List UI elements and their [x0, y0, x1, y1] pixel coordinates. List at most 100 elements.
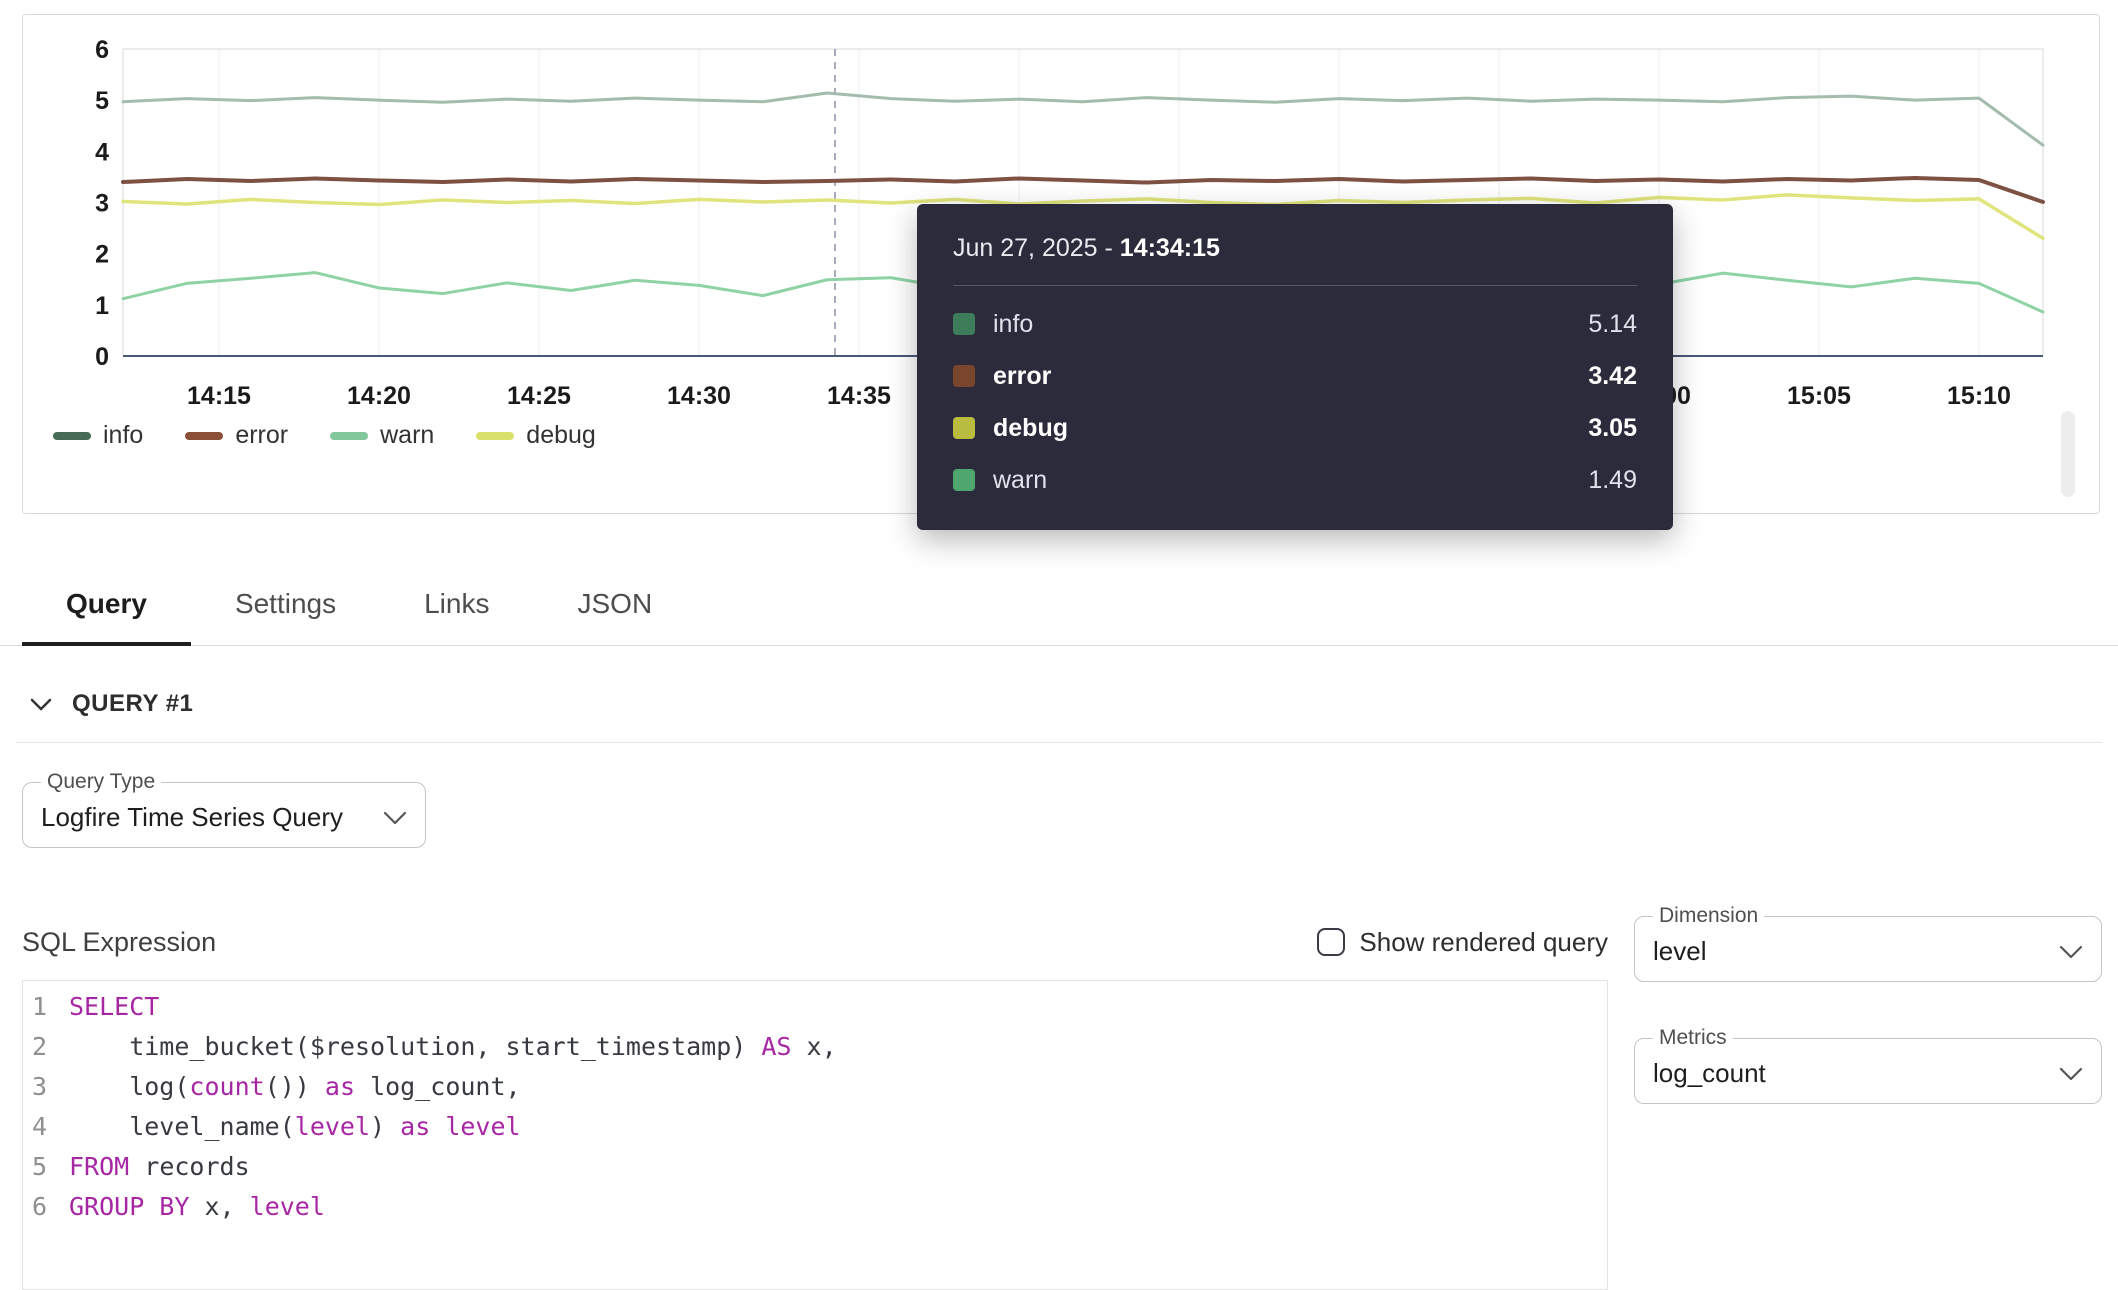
tab-links[interactable]: Links [380, 566, 533, 646]
scrollbar-thumb[interactable] [2061, 411, 2075, 497]
tooltip-row-debug: debug 3.05 [953, 402, 1637, 454]
code-line: 2 time_bucket($resolution, start_timesta… [23, 1027, 1607, 1067]
legend-swatch-debug [476, 432, 514, 440]
tooltip-divider [953, 285, 1637, 286]
query-type-select[interactable]: Logfire Time Series Query [39, 796, 409, 835]
tooltip-series-name: warn [993, 466, 1047, 495]
line-number: 4 [23, 1107, 69, 1147]
line-number: 3 [23, 1067, 69, 1107]
code-line: 6GROUP BY x, level [23, 1187, 1607, 1227]
tooltip-series-value: 1.49 [1588, 466, 1637, 495]
x-tick-label: 14:30 [667, 382, 731, 410]
x-tick-label: 15:05 [1787, 382, 1851, 410]
show-rendered-checkbox[interactable] [1317, 928, 1345, 956]
sql-section: SQL Expression Show rendered query 1SELE… [22, 918, 1608, 1290]
sql-header: SQL Expression Show rendered query [22, 918, 1608, 966]
y-tick-label: 1 [95, 292, 109, 320]
code-text: FROM records [69, 1147, 250, 1187]
legend-label-info: info [103, 421, 143, 450]
dimension-value: level [1653, 936, 1706, 967]
chart-tooltip: Jun 27, 2025 - 14:34:15 info 5.14 error … [917, 204, 1673, 530]
tooltip-row-info: info 5.14 [953, 298, 1637, 350]
y-tick-label: 0 [95, 343, 109, 371]
show-rendered-query-toggle[interactable]: Show rendered query [1317, 927, 1608, 958]
chevron-down-icon [30, 698, 52, 711]
metrics-select[interactable]: log_count [1651, 1052, 2085, 1091]
legend-item-debug[interactable]: debug [476, 421, 596, 450]
tooltip-row-warn: warn 1.49 [953, 454, 1637, 506]
metrics-label: Metrics [1653, 1026, 1733, 1050]
tab-query[interactable]: Query [22, 566, 191, 646]
tooltip-timestamp: Jun 27, 2025 - 14:34:15 [953, 234, 1637, 263]
legend-label-debug: debug [526, 421, 596, 450]
tooltip-date: Jun 27, 2025 - [953, 234, 1120, 262]
line-number: 5 [23, 1147, 69, 1187]
y-tick-label: 4 [95, 138, 109, 166]
x-tick-label: 14:15 [187, 382, 251, 410]
tab-bar: Query Settings Links JSON [0, 566, 2118, 646]
line-number: 1 [23, 987, 69, 1027]
y-tick-label: 2 [95, 241, 109, 269]
query-type-field: Query Type Logfire Time Series Query [22, 770, 426, 848]
line-number: 6 [23, 1187, 69, 1227]
tooltip-rows: info 5.14 error 3.42 debug 3.05 warn 1.4… [953, 298, 1637, 506]
info-color-swatch [953, 313, 975, 335]
line-number: 2 [23, 1027, 69, 1067]
legend-item-warn[interactable]: warn [330, 421, 434, 450]
legend-label-error: error [235, 421, 288, 450]
code-line: 4 level_name(level) as level [23, 1107, 1607, 1147]
legend-item-error[interactable]: error [185, 421, 288, 450]
dimension-field: Dimension level [1634, 904, 2102, 982]
code-line: 5FROM records [23, 1147, 1607, 1187]
legend-swatch-info [53, 432, 91, 440]
show-rendered-label: Show rendered query [1359, 927, 1608, 958]
tooltip-series-value: 3.05 [1588, 414, 1637, 443]
legend-swatch-warn [330, 432, 368, 440]
tooltip-series-name: error [993, 362, 1051, 391]
code-text: log(count()) as log_count, [69, 1067, 521, 1107]
chevron-down-icon [2059, 1067, 2083, 1081]
chart-panel: 012345614:1514:2014:2514:3014:3514:4014:… [22, 14, 2100, 514]
tab-settings[interactable]: Settings [191, 566, 380, 646]
x-tick-label: 14:35 [827, 382, 891, 410]
tab-json[interactable]: JSON [533, 566, 696, 646]
code-text: time_bucket($resolution, start_timestamp… [69, 1027, 837, 1067]
error-color-swatch [953, 365, 975, 387]
code-text: SELECT [69, 987, 159, 1027]
metrics-value: log_count [1653, 1058, 1766, 1089]
code-line: 1SELECT [23, 987, 1607, 1027]
chevron-down-icon [383, 811, 407, 825]
legend-swatch-error [185, 432, 223, 440]
y-tick-label: 5 [95, 87, 109, 115]
sql-expression-label: SQL Expression [22, 927, 216, 958]
query-section-title: QUERY #1 [72, 690, 193, 718]
code-line: 3 log(count()) as log_count, [23, 1067, 1607, 1107]
debug-color-swatch [953, 417, 975, 439]
code-text: level_name(level) as level [69, 1107, 521, 1147]
query-section-toggle[interactable]: QUERY #1 [30, 690, 193, 718]
section-divider [16, 742, 2102, 743]
legend-label-warn: warn [380, 421, 434, 450]
y-tick-label: 3 [95, 190, 109, 218]
chart-config-column: Dimension level Metrics log_count [1634, 904, 2102, 1104]
legend-item-info[interactable]: info [53, 421, 143, 450]
y-tick-label: 6 [95, 36, 109, 64]
series-line-info [123, 93, 2043, 145]
x-tick-label: 14:25 [507, 382, 571, 410]
tooltip-time: 14:34:15 [1120, 234, 1220, 262]
dimension-label: Dimension [1653, 904, 1764, 928]
x-tick-label: 14:20 [347, 382, 411, 410]
dimension-select[interactable]: level [1651, 930, 2085, 969]
tooltip-row-error: error 3.42 [953, 350, 1637, 402]
x-tick-label: 15:10 [1947, 382, 2011, 410]
tooltip-series-name: debug [993, 414, 1068, 443]
warn-color-swatch [953, 469, 975, 491]
metrics-field: Metrics log_count [1634, 1026, 2102, 1104]
tooltip-series-value: 5.14 [1588, 310, 1637, 339]
chevron-down-icon [2059, 945, 2083, 959]
query-type-label: Query Type [41, 770, 161, 794]
query-type-value: Logfire Time Series Query [41, 802, 343, 833]
chart-legend: info error warn debug [53, 421, 596, 450]
tooltip-series-name: info [993, 310, 1033, 339]
code-text: GROUP BY x, level [69, 1187, 325, 1227]
